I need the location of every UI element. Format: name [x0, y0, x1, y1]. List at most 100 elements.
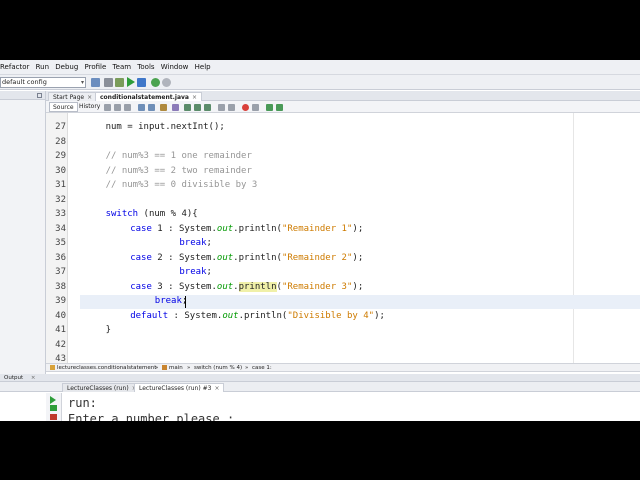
- tab-conditionalstatement[interactable]: conditionalstatement.java ×: [95, 92, 202, 101]
- code-token: .: [233, 281, 239, 292]
- code-token: // num%3 == 2 two remainder: [105, 165, 252, 176]
- menu-profile[interactable]: Profile: [85, 60, 107, 75]
- code-token: case: [130, 281, 152, 292]
- build-hammer-icon[interactable]: [104, 78, 113, 87]
- output-console[interactable]: run: Enter a number please :: [62, 393, 640, 421]
- code-line[interactable]: case 1 : System.out.println("Remainder 1…: [130, 222, 363, 236]
- rerun-with-options-icon[interactable]: [50, 405, 57, 411]
- line-number: 31: [55, 180, 66, 190]
- last-edit-icon[interactable]: [104, 104, 111, 111]
- code-line[interactable]: num = input.nextInt();: [106, 120, 225, 134]
- config-select[interactable]: default config ▾: [0, 77, 86, 88]
- rerun-icon[interactable]: [50, 396, 56, 404]
- profile-icon[interactable]: [151, 78, 160, 87]
- shift-left-icon[interactable]: [218, 104, 225, 111]
- breadcrumb-item[interactable]: case 1:: [252, 364, 272, 372]
- forward-icon[interactable]: [124, 104, 131, 111]
- code-token: num = input.nextInt();: [105, 122, 225, 132]
- breadcrumb-separator: »: [245, 365, 249, 371]
- code-line[interactable]: case 2 : System.out.println("Remainder 2…: [130, 251, 363, 265]
- code-line[interactable]: // num%3 == 0 divisible by 3: [106, 178, 258, 192]
- code-token: out: [222, 310, 239, 321]
- breadcrumb-item[interactable]: main: [162, 364, 183, 372]
- code-line[interactable]: break;: [155, 294, 188, 308]
- close-icon[interactable]: ×: [31, 375, 36, 381]
- code-token: "Remainder 1": [281, 223, 353, 234]
- right-margin-guide: [573, 113, 574, 363]
- code-token: ;: [181, 296, 188, 306]
- menu-run[interactable]: Run: [36, 60, 49, 75]
- output-side-toolbar: [46, 393, 62, 421]
- code-token: ;: [206, 238, 212, 248]
- close-icon[interactable]: ×: [87, 94, 92, 101]
- start-macro-icon[interactable]: [242, 104, 249, 111]
- output-header: Output ×: [0, 374, 46, 382]
- toggle-bookmark-icon[interactable]: [204, 104, 211, 111]
- shift-right-icon[interactable]: [228, 104, 235, 111]
- code-line[interactable]: case 3 : System.out.println("Remainder 3…: [130, 280, 363, 294]
- toggle-highlight-icon[interactable]: [160, 104, 167, 111]
- netbeans-window: Refactor Run Debug Profile Team Tools Wi…: [0, 60, 640, 421]
- code-token: (num % 4){: [138, 209, 198, 219]
- chevron-down-icon: ▾: [80, 79, 84, 86]
- stop-icon[interactable]: [50, 414, 57, 420]
- menu-refactor[interactable]: Refactor: [0, 60, 29, 75]
- find-previous-icon[interactable]: [138, 104, 145, 111]
- code-token: .println(: [233, 223, 282, 234]
- code-token: 1 : System.: [151, 223, 217, 234]
- toggle-rect-select-icon[interactable]: [172, 104, 179, 111]
- projects-panel: [0, 91, 46, 391]
- code-line[interactable]: // num%3 == 2 two remainder: [106, 164, 252, 178]
- code-line[interactable]: switch (num % 4){: [106, 207, 198, 221]
- code-token: .println(: [233, 252, 282, 263]
- menu-team[interactable]: Team: [113, 60, 132, 75]
- tab-lectureclasses-run[interactable]: LectureClasses (run)×: [62, 383, 142, 392]
- next-bookmark-icon[interactable]: [194, 104, 201, 111]
- code-token: case: [130, 252, 152, 263]
- code-token: : System.: [168, 310, 223, 321]
- menu-tools[interactable]: Tools: [137, 60, 154, 75]
- code-line[interactable]: }: [106, 323, 111, 337]
- find-next-icon[interactable]: [148, 104, 155, 111]
- source-button[interactable]: Source: [49, 102, 78, 112]
- debug-icon[interactable]: [137, 78, 146, 87]
- uncomment-icon[interactable]: [276, 104, 283, 111]
- code-line[interactable]: break;: [179, 236, 212, 250]
- code-token: break: [154, 296, 182, 306]
- comment-icon[interactable]: [266, 104, 273, 111]
- code-token: "Remainder 2": [281, 252, 353, 263]
- code-token: }: [105, 325, 112, 335]
- output-line: run:: [68, 396, 97, 410]
- close-icon[interactable]: ×: [192, 94, 197, 101]
- menu-window[interactable]: Window: [161, 60, 189, 75]
- tab-lectureclasses-run-3[interactable]: LectureClasses (run) #3 ×: [134, 383, 225, 392]
- stop-macro-icon[interactable]: [252, 104, 259, 111]
- line-number: 41: [55, 325, 66, 335]
- code-token: );: [352, 252, 364, 263]
- previous-bookmark-icon[interactable]: [184, 104, 191, 111]
- tab-label: conditionalstatement.java: [100, 94, 189, 101]
- minimize-icon[interactable]: [37, 93, 42, 98]
- code-token: break: [179, 267, 207, 277]
- run-play-icon[interactable]: [127, 77, 135, 87]
- code-token: );: [352, 281, 364, 292]
- code-line[interactable]: default : System.out.println("Divisible …: [130, 309, 385, 323]
- menu-help[interactable]: Help: [195, 60, 211, 75]
- breadcrumb-separator: »: [187, 365, 191, 371]
- code-token: out: [216, 281, 234, 292]
- back-icon[interactable]: [114, 104, 121, 111]
- line-number: 33: [55, 209, 66, 219]
- apply-changes-icon[interactable]: [162, 78, 171, 87]
- breadcrumb-item[interactable]: switch (num % 4): [194, 364, 242, 372]
- output-header-strip: [46, 374, 640, 382]
- line-number: 37: [55, 267, 66, 277]
- close-icon[interactable]: ×: [214, 385, 219, 392]
- code-line[interactable]: break;: [179, 265, 212, 279]
- set-project-config-icon[interactable]: [91, 78, 100, 87]
- menu-debug[interactable]: Debug: [55, 60, 78, 75]
- code-line[interactable]: // num%3 == 1 one remainder: [106, 149, 252, 163]
- clean-build-icon[interactable]: [115, 78, 124, 87]
- code-token: );: [374, 310, 385, 321]
- history-button[interactable]: History: [76, 102, 103, 112]
- tab-start-page[interactable]: Start Page ×: [48, 92, 98, 101]
